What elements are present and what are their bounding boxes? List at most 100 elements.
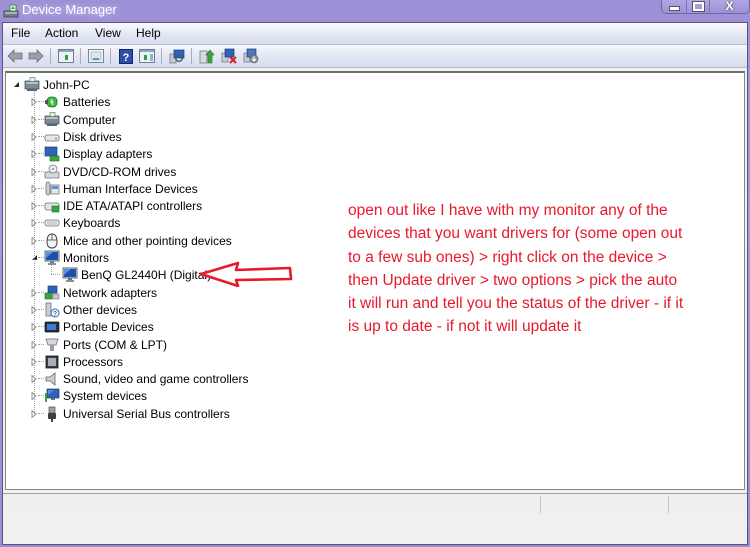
tree-node-label: System devices — [63, 388, 148, 403]
system-devices-icon — [45, 388, 60, 402]
toolbar-separator — [161, 48, 162, 64]
show-hide-action-pane-button[interactable] — [138, 48, 155, 64]
forward-button[interactable] — [27, 48, 44, 64]
hid-icon — [45, 181, 60, 195]
menu-file[interactable]: File — [11, 26, 30, 40]
update-driver-button[interactable] — [198, 48, 215, 64]
port-icon — [45, 338, 59, 351]
tree-node-label: BenQ GL2440H (Digital) — [81, 267, 212, 282]
toolbar-separator — [110, 48, 111, 64]
help-icon: ? — [118, 48, 133, 64]
tree-node-label: Processors — [63, 354, 124, 369]
title-bar[interactable]: Device Manager X — [0, 0, 750, 22]
disable-device-icon — [243, 48, 258, 64]
properties-button[interactable] — [87, 48, 104, 64]
console-tree-icon — [57, 49, 74, 63]
menu-action[interactable]: Action — [45, 26, 78, 40]
tree-node-category[interactable]: Portable Devices — [44, 318, 154, 335]
tree-node-category[interactable]: DVD/CD-ROM drives — [44, 163, 176, 180]
status-separator — [668, 496, 669, 513]
tree-node-label: John-PC — [43, 77, 90, 92]
caption-buttons: X — [661, 0, 750, 14]
display-adapter-icon — [44, 146, 60, 161]
tree-node-category[interactable]: Display adapters — [44, 145, 152, 162]
tree-node-label: Batteries — [63, 94, 111, 109]
collapse-arrow-icon[interactable] — [12, 80, 20, 89]
battery-icon — [45, 96, 58, 107]
tree-node-label: Portable Devices — [63, 319, 154, 334]
usb-icon — [48, 406, 56, 422]
tree-node-label: DVD/CD-ROM drives — [63, 164, 177, 179]
keyboard-icon — [44, 219, 60, 226]
uninstall-icon — [221, 48, 237, 64]
maximize-button[interactable] — [687, 0, 710, 13]
update-driver-icon — [199, 49, 215, 64]
other-devices-icon: ? — [45, 302, 60, 318]
portable-device-icon — [44, 321, 60, 332]
toolbar-separator — [50, 48, 51, 64]
tree-node-category[interactable]: Batteries — [44, 93, 110, 110]
tree-node-label: Other devices — [63, 302, 138, 317]
toolbar-separator — [191, 48, 192, 64]
show-hide-console-tree-button[interactable] — [57, 48, 74, 64]
scan-hardware-changes-button[interactable] — [168, 48, 185, 64]
tree-node-category[interactable]: Network adapters — [44, 284, 157, 301]
computer-icon — [44, 111, 60, 126]
tree-node-device[interactable]: BenQ GL2440H (Digital) — [62, 266, 211, 283]
tree-node-category[interactable]: ? Other devices — [44, 301, 137, 318]
status-separator — [540, 496, 541, 513]
tree-connector-line — [34, 89, 35, 414]
tree-node-category[interactable]: Mice and other pointing devices — [44, 232, 232, 249]
help-button[interactable]: ? — [117, 48, 134, 64]
tree-node-category[interactable]: Disk drives — [44, 128, 122, 145]
properties-icon — [87, 49, 104, 63]
scan-hardware-icon — [169, 49, 184, 63]
device-manager-icon — [3, 4, 19, 18]
action-pane-icon — [138, 49, 155, 63]
tree-node-category[interactable]: System devices — [44, 387, 147, 404]
minimize-button[interactable] — [662, 0, 688, 13]
toolbar-separator — [80, 48, 81, 64]
red-arrow-annotation — [199, 261, 293, 287]
tree-node-label: Sound, video and game controllers — [63, 371, 249, 386]
disk-drive-icon — [44, 134, 60, 141]
tree-node-label: Monitors — [63, 250, 110, 265]
menu-help[interactable]: Help — [136, 26, 161, 40]
tree-node-category[interactable]: Processors — [44, 353, 123, 370]
tree-node-label: Ports (COM & LPT) — [63, 337, 168, 352]
maximize-icon — [691, 0, 705, 12]
tree-node-category[interactable]: Computer — [44, 111, 116, 128]
tree-node-label: Human Interface Devices — [63, 181, 198, 196]
tree-node-category[interactable]: Monitors — [44, 249, 109, 266]
dvd-drive-icon — [44, 164, 60, 178]
tree-node-category[interactable]: Keyboards — [44, 214, 120, 231]
close-button[interactable]: X — [710, 0, 749, 13]
back-button[interactable] — [6, 48, 23, 64]
svg-text:?: ? — [53, 311, 57, 318]
status-bar — [3, 493, 747, 515]
tree-node-category[interactable]: Sound, video and game controllers — [44, 370, 248, 387]
menu-view[interactable]: View — [95, 26, 121, 40]
tree-node-label: Universal Serial Bus controllers — [63, 406, 230, 421]
toolbar: ? — [3, 45, 747, 68]
tree-node-label: Mice and other pointing devices — [63, 233, 232, 248]
tree-node-category[interactable]: IDE ATA/ATAPI controllers — [44, 197, 202, 214]
annotation-text: open out like I have with my monitor any… — [348, 202, 684, 336]
ide-controller-icon — [44, 202, 60, 212]
monitor-icon — [44, 250, 60, 265]
tree-node-category[interactable]: Human Interface Devices — [44, 180, 198, 197]
menu-bar: File Action View Help — [3, 23, 747, 45]
disable-device-button[interactable] — [242, 48, 259, 64]
tree-node-label: Disk drives — [63, 129, 122, 144]
tree-node-category[interactable]: Ports (COM & LPT) — [44, 336, 167, 353]
uninstall-button[interactable] — [220, 48, 237, 64]
tree-node-label: Display adapters — [63, 146, 153, 161]
tree-node-label: Computer — [63, 112, 116, 127]
tree-connector-line — [51, 261, 52, 274]
computer-icon — [24, 76, 40, 91]
tree-node-category[interactable]: Universal Serial Bus controllers — [44, 405, 230, 422]
tree-connector-line — [51, 274, 60, 275]
tree-node-label: IDE ATA/ATAPI controllers — [63, 198, 203, 213]
svg-text:?: ? — [122, 52, 129, 64]
back-arrow-icon — [6, 49, 22, 63]
